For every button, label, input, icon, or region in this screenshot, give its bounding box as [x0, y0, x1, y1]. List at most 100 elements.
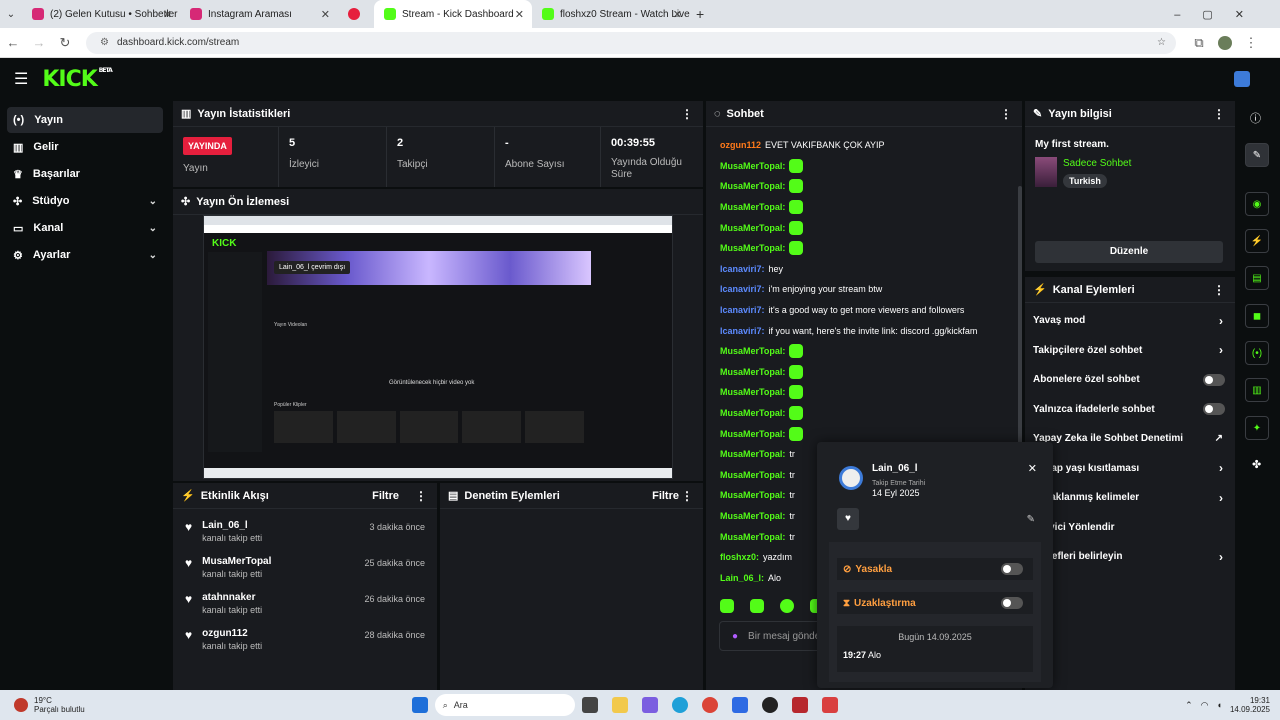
window-controls[interactable]: –▢✕ [1174, 8, 1266, 21]
filter-button[interactable]: Filtre [372, 490, 399, 502]
bolt-icon[interactable]: ⚡ [1245, 229, 1269, 253]
more-options-icon[interactable]: ⋮ [681, 489, 693, 503]
sidebar-item-yayin[interactable]: (•) Yayın [7, 107, 163, 133]
chat-username[interactable]: MusaMerTopal: [720, 532, 785, 542]
channel-action-row[interactable]: Yalnızca ifadelerle sohbet [1025, 395, 1235, 425]
add-widget-icon[interactable]: ✤ [1252, 458, 1261, 471]
browser-tab[interactable] [338, 0, 374, 28]
new-tab-icon[interactable]: + [696, 6, 704, 22]
chat-username[interactable]: floshxz0: [720, 552, 759, 562]
windows-start-icon[interactable] [411, 697, 428, 713]
filter-button[interactable]: Filtre [652, 490, 679, 502]
emote-icon[interactable] [780, 599, 794, 613]
kick-logo[interactable]: KICK BETA [42, 67, 112, 92]
chat-username[interactable]: MusaMerTopal: [720, 346, 785, 356]
chat-username[interactable]: MusaMerTopal: [720, 511, 785, 521]
more-options-icon[interactable]: ⋮ [681, 107, 693, 121]
emote-icon[interactable] [750, 599, 764, 613]
task-view-icon[interactable] [581, 697, 598, 713]
toggle-switch[interactable] [1203, 373, 1225, 386]
close-tab-icon[interactable]: ✕ [163, 8, 172, 21]
chat-username[interactable]: MusaMerTopal: [720, 181, 785, 191]
chat-username[interactable]: MusaMerTopal: [720, 387, 785, 397]
clock[interactable]: 19:31 14.09.2025 [1230, 696, 1270, 714]
url-field[interactable]: ⚙ dashboard.kick.com/stream ☆ [86, 31, 1176, 54]
channel-action-row[interactable]: Hesap yaşı kısıtlaması › [1025, 454, 1235, 484]
chat-username[interactable]: MusaMerTopal: [720, 223, 785, 233]
channel-action-row[interactable]: İzleyici Yönlendir [1025, 513, 1235, 543]
wifi-icon[interactable]: ◠ [1201, 700, 1209, 711]
site-info-icon[interactable]: ⚙ [100, 37, 109, 48]
timeout-toggle[interactable] [1001, 597, 1023, 609]
chat-username[interactable]: lcanaviri7: [720, 326, 765, 336]
chat-username[interactable]: ozgun112 [720, 140, 761, 150]
chat-username[interactable]: MusaMerTopal: [720, 161, 785, 171]
sidebar-item-gelir[interactable]: ▥ Gelir [7, 134, 163, 160]
more-options-icon[interactable]: ⋮ [1213, 107, 1225, 121]
chat-username[interactable]: lcanaviri7: [720, 264, 765, 274]
chat-username[interactable]: MusaMerTopal: [720, 202, 785, 212]
wrench-icon[interactable]: ✦ [1245, 416, 1269, 440]
ban-toggle[interactable] [1001, 563, 1023, 575]
chat-username[interactable]: MusaMerTopal: [720, 408, 785, 418]
chrome-icon[interactable] [701, 697, 718, 713]
chat-username[interactable]: MusaMerTopal: [720, 429, 785, 439]
tray-chevron-icon[interactable]: ⌃ [1185, 700, 1193, 711]
emote-icon[interactable] [720, 599, 734, 613]
file-icon[interactable]: ▤ [1245, 266, 1269, 290]
edge-icon[interactable] [671, 697, 688, 713]
channel-action-row[interactable]: Yapay Zeka ile Sohbet Denetimi ↗ [1025, 424, 1235, 454]
info-icon[interactable]: ⓘ [1250, 110, 1261, 126]
channel-action-row[interactable]: Abonelere özel sohbet [1025, 365, 1235, 395]
preview-video[interactable]: KICK Lain_06_l çevrim dışı Yayın Videola… [203, 215, 673, 479]
more-options-icon[interactable]: ⋮ [1000, 107, 1012, 121]
gift-icon[interactable]: ✎ [1027, 514, 1035, 525]
popup-username[interactable]: Lain_06_l [872, 463, 918, 474]
file-explorer-icon[interactable] [611, 697, 628, 713]
browser-tab-active[interactable]: Stream - Kick Dashboard ✕ [374, 0, 532, 28]
sidebar-item-kanal[interactable]: ▭ Kanal ⌄ [7, 215, 163, 241]
profile-avatar[interactable] [1212, 35, 1238, 51]
broadcast-icon[interactable]: (•) [1245, 341, 1269, 365]
chat-username[interactable]: MusaMerTopal: [720, 449, 785, 459]
chat-bubble-icon[interactable]: ◼ [1245, 304, 1269, 328]
chat-username[interactable]: Lain_06_l: [720, 573, 764, 583]
store-icon[interactable] [641, 697, 658, 713]
volume-icon[interactable]: ◖ [1217, 700, 1222, 710]
taskbar-search[interactable]: ⌕ Ara [434, 694, 575, 716]
app-icon[interactable] [731, 697, 748, 713]
app-icon[interactable] [821, 697, 838, 713]
user-avatar[interactable] [1234, 71, 1250, 87]
channel-action-row[interactable]: Hedefleri belirleyin › [1025, 542, 1235, 572]
app-icon[interactable] [791, 697, 808, 713]
browser-tab[interactable]: Instagram Araması ✕ [180, 0, 338, 28]
more-options-icon[interactable]: ⋮ [1213, 283, 1225, 297]
follow-button[interactable]: ♥ [837, 508, 859, 530]
menu-icon[interactable]: ☰ [14, 69, 28, 89]
extensions-icon[interactable]: ⧉ [1186, 35, 1212, 51]
bookmark-star-icon[interactable]: ☆ [1157, 37, 1166, 48]
edit-icon[interactable]: ✎ [1245, 143, 1269, 167]
channel-action-row[interactable]: Takipçilere özel sohbet › [1025, 336, 1235, 366]
chat-username[interactable]: lcanaviri7: [720, 305, 765, 315]
forward-icon[interactable]: → [26, 35, 52, 50]
chat-username[interactable]: MusaMerTopal: [720, 490, 785, 500]
browser-tab[interactable]: (2) Gelen Kutusu • Sohbetler ✕ [22, 0, 180, 28]
chat-username[interactable]: MusaMerTopal: [720, 470, 785, 480]
edit-button[interactable]: Düzenle [1035, 241, 1223, 263]
sidebar-item-ayarlar[interactable]: ⚙ Ayarlar ⌄ [7, 242, 163, 268]
chat-username[interactable]: lcanaviri7: [720, 284, 765, 294]
back-icon[interactable]: ← [0, 35, 26, 50]
tag-chip[interactable]: Turkish [1063, 174, 1107, 188]
sidebar-item-studyo[interactable]: ✣ Stüdyo ⌄ [7, 188, 163, 214]
sidebar-item-basarilar[interactable]: ♛ Başarılar [7, 161, 163, 187]
tab-search-icon[interactable]: ⌄ [0, 9, 22, 20]
more-options-icon[interactable]: ⋮ [415, 489, 427, 503]
channel-action-row[interactable]: Yasaklanmış kelimeler › [1025, 483, 1235, 513]
obs-icon[interactable] [761, 697, 778, 713]
reload-icon[interactable]: ↻ [52, 35, 78, 51]
toggle-switch[interactable] [1203, 403, 1225, 416]
browser-menu-icon[interactable]: ⋮ [1238, 35, 1264, 51]
chat-username[interactable]: MusaMerTopal: [720, 367, 785, 377]
layout-icon[interactable]: ▥ [1245, 378, 1269, 402]
